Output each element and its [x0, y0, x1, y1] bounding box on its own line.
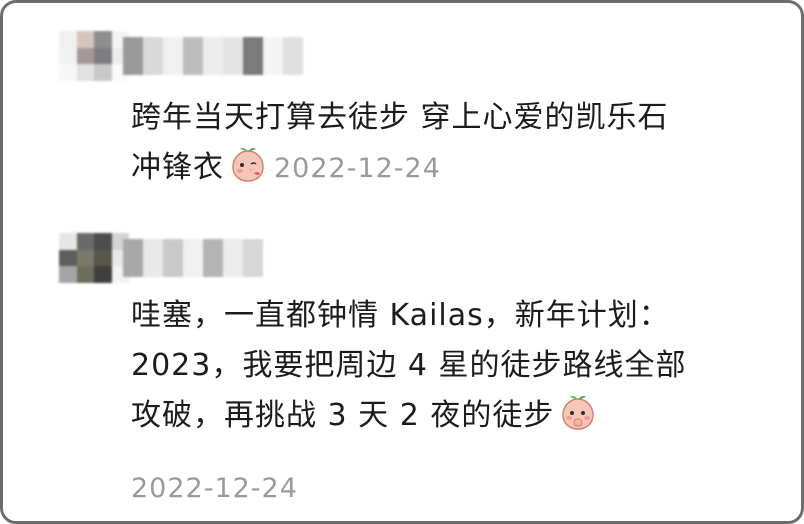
comment-text-line: 2023，我要把周边 4 星的徒步路线全部 — [131, 348, 687, 383]
comment-text-line: 跨年当天打算去徒步 穿上心爱的凯乐石 — [131, 100, 669, 135]
username-blurred[interactable] — [123, 239, 263, 277]
comment-timestamp: 2022-12-24 — [131, 473, 298, 504]
peach-shy-emoji-icon — [562, 396, 595, 430]
comment-text: 跨年当天打算去徒步 穿上心爱的凯乐石 冲锋衣 2022-12-24 — [131, 93, 771, 194]
avatar[interactable] — [59, 31, 129, 81]
comment-text-line: 冲锋衣 — [131, 150, 224, 185]
comments-panel: 跨年当天打算去徒步 穿上心爱的凯乐石 冲锋衣 2022-12-24 哇塞，一直都… — [0, 0, 804, 524]
username-blurred[interactable] — [123, 37, 303, 75]
avatar[interactable] — [59, 233, 129, 283]
comment-text: 哇塞，一直都钟情 Kailas，新年计划： 2023，我要把周边 4 星的徒步路… — [131, 291, 771, 441]
peach-kiss-emoji-icon — [232, 148, 264, 182]
comment-text-line: 哇塞，一直都钟情 Kailas，新年计划： — [131, 298, 670, 333]
comment-text-line: 攻破，再挑战 3 天 2 夜的徒步 — [131, 398, 555, 433]
comment-timestamp: 2022-12-24 — [274, 153, 441, 184]
